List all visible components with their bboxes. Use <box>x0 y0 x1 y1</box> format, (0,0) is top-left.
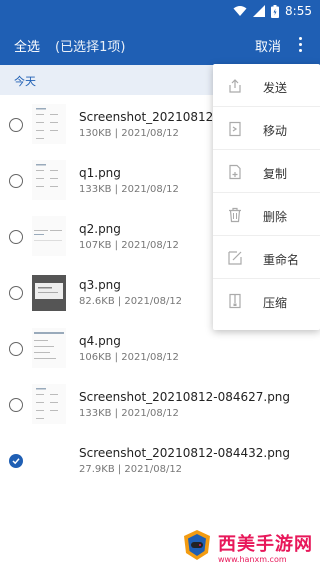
status-time: 8:55 <box>285 4 312 18</box>
file-meta: 133KB | 2021/08/12 <box>79 184 179 195</box>
menu-item-label: 重命名 <box>263 253 300 267</box>
menu-item-label: 发送 <box>263 81 288 95</box>
compress-icon <box>229 293 241 309</box>
select-radio[interactable] <box>9 118 23 132</box>
signal-icon <box>253 5 266 17</box>
file-meta: 107KB | 2021/08/12 <box>79 240 179 251</box>
file-name: Screenshot_20210812-0 <box>79 110 226 124</box>
file-row[interactable]: Screenshot_20210812-084627.png 133KB | 2… <box>0 377 320 433</box>
file-row-selected[interactable]: Screenshot_20210812-084432.png 27.9KB | … <box>0 433 320 489</box>
menu-item-send[interactable]: 发送 <box>213 64 320 107</box>
selected-count: (已选择1项) <box>55 40 126 55</box>
file-thumbnail <box>32 275 66 311</box>
file-name: Screenshot_20210812-084627.png <box>79 390 291 404</box>
context-menu: 发送 移动 复制 删除 重命名 压缩 <box>213 64 320 330</box>
file-thumbnail <box>32 216 66 256</box>
file-meta: 106KB | 2021/08/12 <box>79 352 179 363</box>
watermark-brand: 西美手游网 <box>218 534 313 555</box>
menu-item-label: 复制 <box>263 167 288 181</box>
file-meta: 133KB | 2021/08/12 <box>79 408 179 419</box>
select-radio[interactable] <box>9 286 23 300</box>
checkmark-icon <box>12 458 20 465</box>
menu-item-compress[interactable]: 压缩 <box>213 279 320 322</box>
status-bar: 8:55 <box>0 0 320 24</box>
status-icons: 8:55 <box>233 4 312 18</box>
menu-item-label: 移动 <box>263 124 288 138</box>
cancel-button[interactable]: 取消 <box>255 36 281 55</box>
select-all-button[interactable]: 全选 <box>14 36 40 55</box>
menu-item-label: 删除 <box>263 210 288 224</box>
file-thumbnail <box>32 384 66 424</box>
section-label-today: 今天 <box>14 75 36 88</box>
app-bar: 全选 (已选择1项) 取消 <box>0 24 320 65</box>
file-thumbnail <box>32 104 66 144</box>
select-radio[interactable] <box>9 342 23 356</box>
file-name: q4.png <box>79 334 121 348</box>
rename-icon <box>228 251 242 265</box>
menu-item-move[interactable]: 移动 <box>213 107 320 150</box>
select-radio[interactable] <box>9 174 23 188</box>
menu-item-delete[interactable]: 删除 <box>213 193 320 236</box>
file-name: Screenshot_20210812-084432.png <box>79 446 291 460</box>
watermark-url: www.hanxm.com <box>218 555 287 564</box>
watermark: 西美手游网 www.hanxm.com <box>178 527 320 569</box>
menu-item-label: 压缩 <box>263 296 288 310</box>
select-radio-checked[interactable] <box>9 454 23 468</box>
file-name: q3.png <box>79 278 121 292</box>
file-name: q1.png <box>79 166 121 180</box>
select-radio[interactable] <box>9 230 23 244</box>
file-meta: 82.6KB | 2021/08/12 <box>79 296 183 307</box>
select-radio[interactable] <box>9 398 23 412</box>
file-thumbnail <box>32 160 66 200</box>
move-icon <box>229 121 241 137</box>
menu-item-copy[interactable]: 复制 <box>213 150 320 193</box>
wifi-icon <box>233 6 247 16</box>
battery-icon <box>271 4 280 18</box>
share-icon <box>229 79 241 93</box>
menu-item-rename[interactable]: 重命名 <box>213 236 320 279</box>
trash-icon <box>229 207 241 223</box>
file-meta: 130KB | 2021/08/12 <box>79 128 179 139</box>
file-thumbnail <box>32 328 66 368</box>
file-name: q2.png <box>79 222 121 236</box>
copy-icon <box>229 164 241 180</box>
game-controller-logo-icon <box>184 530 210 560</box>
more-options-icon[interactable] <box>294 34 306 54</box>
file-meta: 27.9KB | 2021/08/12 <box>79 464 183 475</box>
